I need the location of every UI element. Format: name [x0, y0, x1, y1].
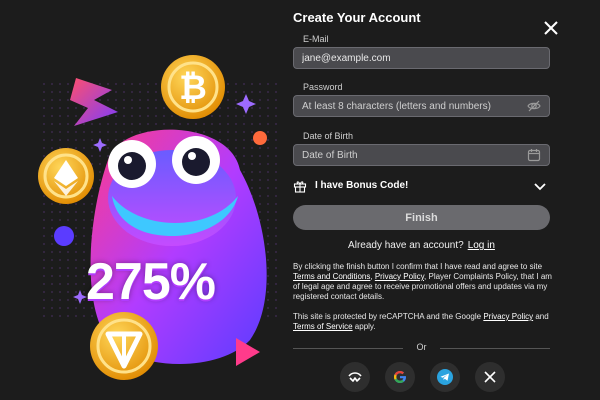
- terms-consent-text: By clicking the finish button I confirm …: [293, 262, 555, 302]
- finish-button[interactable]: Finish: [293, 205, 550, 230]
- login-link[interactable]: Log in: [468, 240, 495, 251]
- terms-link[interactable]: Terms and Conditions: [293, 272, 370, 281]
- bonus-code-label: I have Bonus Code!: [315, 180, 409, 191]
- play-icon: [236, 338, 260, 366]
- google-button[interactable]: [385, 362, 415, 392]
- ethereum-coin-icon: [38, 148, 94, 204]
- svg-text:₿: ₿: [179, 69, 207, 107]
- promo-banner: ₿ 275%: [0, 0, 283, 400]
- or-label: Or: [416, 342, 427, 352]
- form-title: Create Your Account: [293, 10, 421, 25]
- divider-line: [440, 348, 550, 349]
- legal-text: This site is protected by reCAPTCHA and …: [293, 312, 484, 321]
- signup-modal: ₿ 275% Create Your Account E-Mail jane@e…: [0, 0, 600, 400]
- bonus-percent: 275%: [86, 253, 216, 311]
- recaptcha-notice: This site is protected by reCAPTCHA and …: [293, 312, 555, 332]
- password-label: Password: [303, 82, 343, 92]
- dob-field[interactable]: [293, 144, 550, 166]
- legal-text: By clicking the finish button I confirm …: [293, 262, 543, 271]
- bitcoin-coin-icon: ₿: [161, 55, 225, 119]
- already-text: Already have an account?: [348, 240, 464, 251]
- google-privacy-link[interactable]: Privacy Policy: [483, 312, 533, 321]
- telegram-button[interactable]: [430, 362, 460, 392]
- orb-icon: [54, 226, 74, 246]
- terms-of-service-link[interactable]: Terms of Service: [293, 322, 353, 331]
- login-prompt: Already have an account? Log in: [293, 240, 550, 251]
- promo-illustration: ₿: [38, 55, 267, 380]
- email-field[interactable]: [293, 47, 550, 69]
- chevron-down-icon: [534, 183, 546, 191]
- ton-coin-icon: [90, 312, 158, 380]
- x-button[interactable]: [475, 362, 505, 392]
- password-field[interactable]: [293, 95, 550, 117]
- email-label: E-Mail: [303, 34, 329, 44]
- signup-form: Create Your Account E-Mail Password Date…: [283, 0, 600, 400]
- gift-icon: [293, 181, 307, 193]
- lightning-icon: [70, 78, 118, 126]
- close-icon[interactable]: [542, 19, 560, 37]
- eye-off-icon[interactable]: [526, 98, 542, 114]
- orb-icon: [253, 131, 267, 145]
- legal-text: apply.: [352, 322, 376, 331]
- google-icon: [394, 371, 406, 383]
- privacy-policy-link[interactable]: Privacy Policy: [375, 272, 424, 281]
- telegram-icon: [437, 369, 453, 385]
- or-divider: Or: [293, 342, 550, 354]
- calendar-icon[interactable]: [526, 147, 542, 163]
- legal-text: and: [533, 312, 549, 321]
- dob-label: Date of Birth: [303, 131, 354, 141]
- bonus-code-toggle[interactable]: I have Bonus Code!: [293, 178, 550, 196]
- x-icon: [484, 371, 496, 383]
- walletconnect-icon: [348, 372, 362, 382]
- walletconnect-button[interactable]: [340, 362, 370, 392]
